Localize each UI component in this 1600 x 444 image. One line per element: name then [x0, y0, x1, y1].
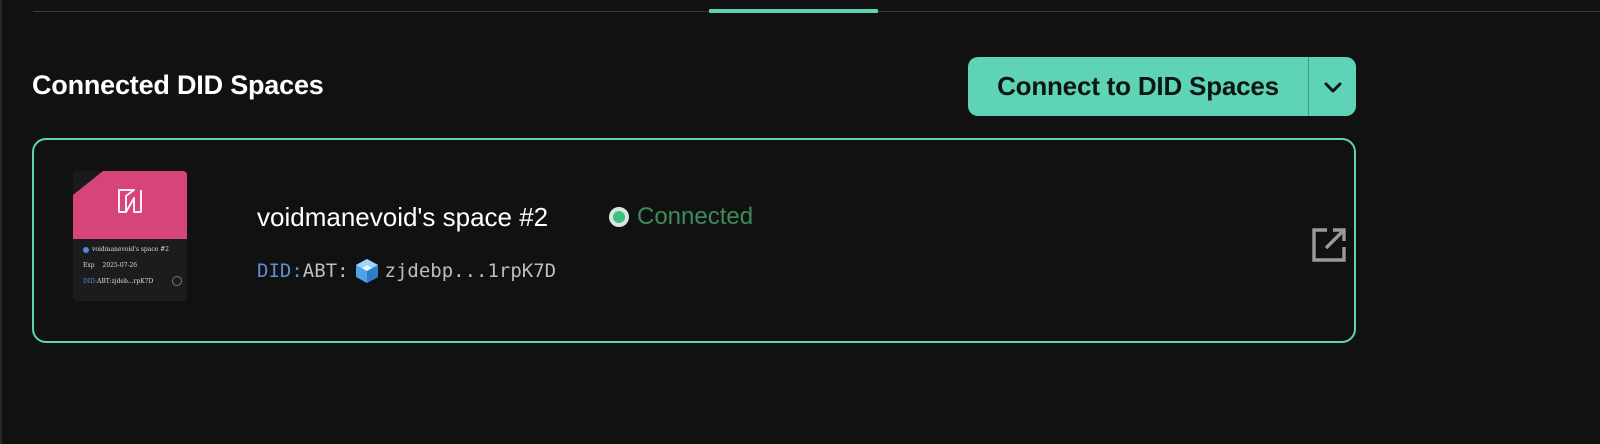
thumbnail-exp-date: 2025-07-26 — [102, 262, 138, 269]
thumbnail-exp-label: Exp — [83, 262, 95, 269]
thumbnail-did-row: DID:ABT:zjdeb...rpK7D — [83, 278, 153, 285]
space-avatar-icon — [83, 246, 89, 253]
did-spaces-logo-icon — [118, 189, 142, 213]
connection-status: Connected — [609, 203, 753, 231]
space-name: voidmanevoid's space #2 — [257, 202, 549, 232]
open-space-button[interactable] — [1309, 225, 1349, 265]
space-card-thumbnail: voidmanevoid's space #2 Exp 2025-07-26 D… — [73, 171, 187, 301]
did-type: ABT: — [302, 260, 349, 282]
did-space-card: voidmanevoid's space #2 Exp 2025-07-26 D… — [32, 138, 1356, 343]
connect-button-group: Connect to DID Spaces — [968, 57, 1356, 116]
thumbnail-name-row: voidmanevoid's space #2 — [83, 246, 169, 253]
did-prefix: DID: — [257, 260, 303, 282]
did-short-address: zjdebp...1rpK7D — [384, 260, 557, 282]
active-tab-indicator — [709, 9, 878, 13]
did-avatar-cube-icon — [355, 259, 378, 283]
status-dot-icon — [609, 207, 629, 227]
status-text: Connected — [637, 203, 754, 230]
thumbnail-exp-row: Exp 2025-07-26 — [83, 262, 137, 269]
did-address: DID: ABT: zjdebp...1rpK7D — [257, 258, 556, 284]
connect-to-did-spaces-button[interactable]: Connect to DID Spaces — [968, 57, 1308, 116]
left-edge-divider — [0, 0, 2, 444]
section-title: Connected DID Spaces — [32, 70, 324, 100]
connect-dropdown-button[interactable] — [1309, 57, 1356, 116]
thumbnail-qr-icon — [172, 276, 182, 286]
open-in-new-icon — [1312, 228, 1346, 262]
chevron-down-icon — [1324, 82, 1341, 92]
thumbnail-did-value: ABT:zjdeb...rpK7D — [97, 278, 154, 285]
thumbnail-space-name: voidmanevoid's space #2 — [92, 246, 170, 253]
thumbnail-did-key: DID: — [83, 278, 98, 285]
